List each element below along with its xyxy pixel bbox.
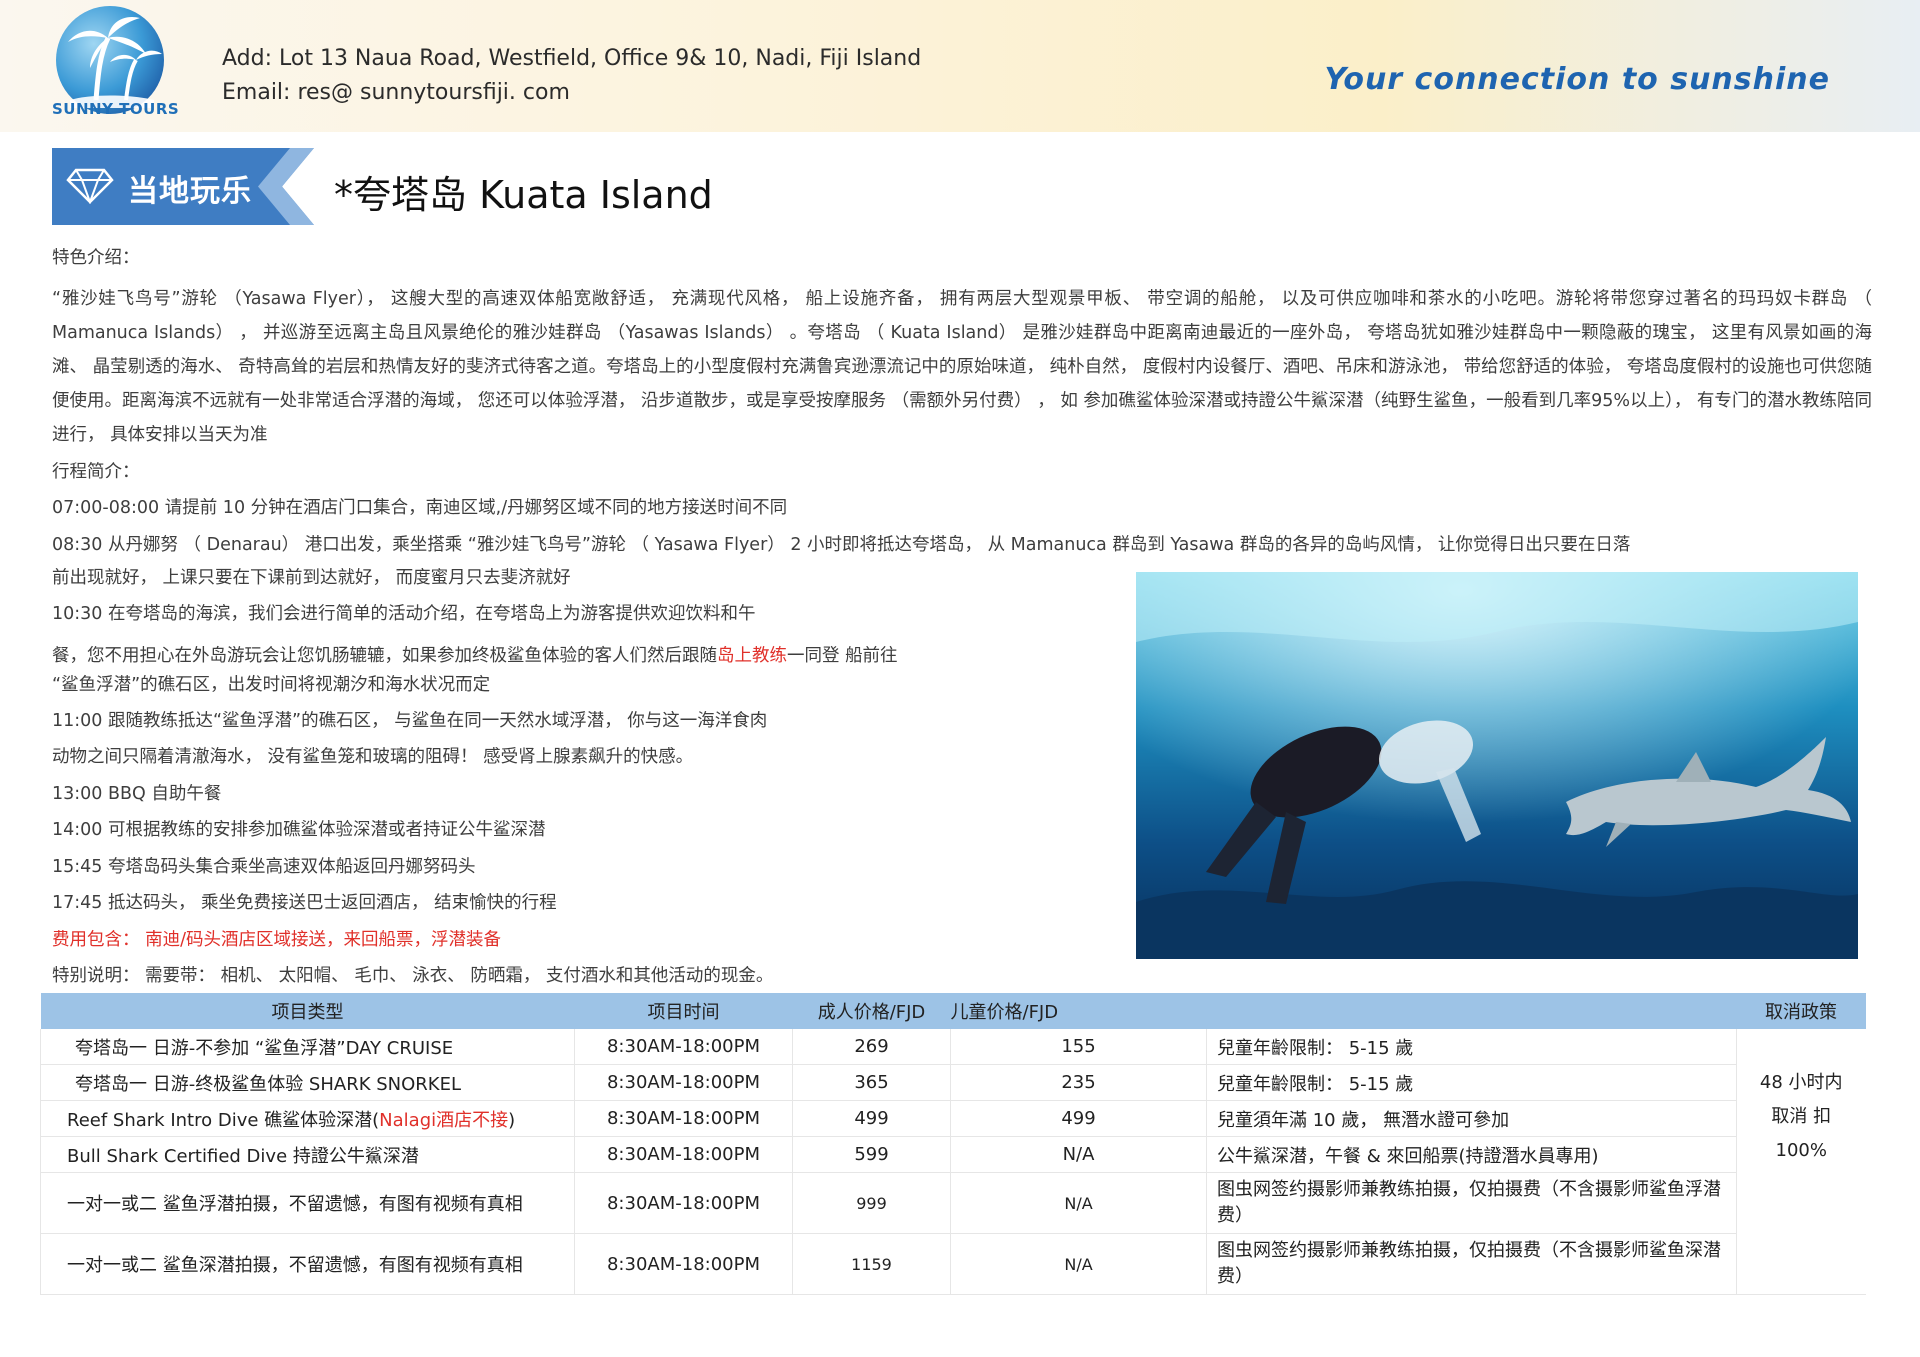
cell-type: Reef Shark Intro Dive 礁鲨体验深潜(Nalagi酒店不接) <box>40 1100 575 1137</box>
cell-note: 图虫网签约摄影师兼教练拍摄，仅拍摄费（不含摄影师鲨鱼深潜费） <box>1206 1233 1737 1295</box>
cell-type: 一对一或二 鲨鱼浮潜拍摄，不留遗憾，有图有视频有真相 <box>40 1172 575 1234</box>
cell-time: 8:30AM-18:00PM <box>574 1136 793 1173</box>
policy-line: 48 小时内 <box>1759 1071 1843 1093</box>
company-address: Add: Lot 13 Naua Road, Westfield, Office… <box>222 46 922 71</box>
cell-note: 兒童年齡限制： 5-15 歲 <box>1206 1064 1737 1101</box>
itinerary-line: “鲨鱼浮潜”的礁石区，出发时间将视潮汐和海水状况而定 <box>52 675 491 695</box>
itinerary-text: 一同登 船前往 <box>787 646 898 666</box>
cell-adult: 499 <box>792 1100 951 1137</box>
included-line: 费用包含： 南迪/码头酒店区域接送，来回船票，浮潜装备 <box>52 926 501 951</box>
col-header-type: 项目类型 <box>40 993 575 1029</box>
col-header-note <box>1206 993 1737 1029</box>
table-row: Bull Shark Certified Dive 持證公牛鯊深潜 8:30AM… <box>40 1136 1866 1173</box>
table-row: Reef Shark Intro Dive 礁鲨体验深潜(Nalagi酒店不接)… <box>40 1100 1866 1137</box>
included-label: 费用包含： <box>52 930 140 950</box>
cell-time: 8:30AM-18:00PM <box>574 1172 793 1234</box>
cell-child: N/A <box>950 1233 1207 1295</box>
cell-time: 8:30AM-18:00PM <box>574 1029 793 1065</box>
itinerary-line: 11:00 跟随教练抵达“鲨鱼浮潜”的礁石区， 与鲨鱼在同一天然水域浮潜， 你与… <box>52 711 768 731</box>
cell-child: N/A <box>950 1136 1207 1173</box>
itinerary-line: 动物之间只隔着清澈海水， 没有鲨鱼笼和玻璃的阻碍！ 感受肾上腺素飙升的快感。 <box>52 747 694 767</box>
diamond-icon <box>66 168 114 204</box>
included-text: 南迪/码头酒店区域接送，来回船票，浮潜装备 <box>139 930 501 950</box>
table-row: 夸塔岛一 日游-终极鲨鱼体验 SHARK SNORKEL 8:30AM-18:0… <box>40 1064 1866 1101</box>
cell-note: 兒童須年滿 10 歲， 無潛水證可參加 <box>1206 1100 1737 1137</box>
cell-child: 235 <box>950 1064 1207 1101</box>
itinerary-line: 15:45 夸塔岛码头集合乘坐高速双体船返回丹娜努码头 <box>52 857 476 877</box>
itinerary-line: 前出现就好， 上课只要在下课前到达就好， 而度蜜月只去斐济就好 <box>52 568 571 588</box>
itinerary-line: 07:00-08:00 请提前 10 分钟在酒店门口集合，南迪区域,/丹娜努区域… <box>52 498 788 518</box>
cell-adult: 269 <box>792 1029 951 1065</box>
itinerary-line: 10:30 在夸塔岛的海滨，我们会进行简单的活动介绍，在夸塔岛上为游客提供欢迎饮… <box>52 604 756 624</box>
highlight-text: 岛上教练 <box>717 646 787 666</box>
cell-type-text: ) <box>508 1109 516 1131</box>
price-table: 项目类型 项目时间 成人价格/FJD 儿童价格/FJD 取消政策 夸塔岛一 日游… <box>40 993 1866 1295</box>
cell-adult: 999 <box>792 1172 951 1234</box>
intro-heading: 特色介绍： <box>52 248 140 268</box>
company-email: Email: res@ sunnytoursfiji. com <box>222 80 570 105</box>
slogan: Your connection to sunshine <box>1324 62 1830 97</box>
itinerary-text: 餐，您不用担心在外岛游玩会让您饥肠辘辘，如果参加终极鲨鱼体验的客人们然后跟随 <box>52 646 717 666</box>
cell-type: 夸塔岛一 日游-终极鲨鱼体验 SHARK SNORKEL <box>40 1064 575 1101</box>
policy-line: 取消 扣 <box>1771 1105 1832 1127</box>
policy-line: 100% <box>1775 1139 1827 1161</box>
page-header: SUNNY TOURS Add: Lot 13 Naua Road, Westf… <box>0 0 1920 132</box>
snorkel-shark-photo <box>1136 572 1858 959</box>
cell-type: Bull Shark Certified Dive 持證公牛鯊深潜 <box>40 1136 575 1173</box>
cell-adult: 1159 <box>792 1233 951 1295</box>
cell-time: 8:30AM-18:00PM <box>574 1064 793 1101</box>
cell-time: 8:30AM-18:00PM <box>574 1233 793 1295</box>
cell-policy: 48 小时内 取消 扣 100% <box>1736 1029 1866 1295</box>
cell-child: 155 <box>950 1029 1207 1065</box>
cell-type: 夸塔岛一 日游-不参加 “鲨鱼浮潜”DAY CRUISE <box>40 1029 575 1065</box>
cell-adult: 365 <box>792 1064 951 1101</box>
table-row: 一对一或二 鲨鱼深潜拍摄，不留遗憾，有图有视频有真相 8:30AM-18:00P… <box>40 1233 1866 1295</box>
col-header-adult: 成人价格/FJD <box>792 993 951 1029</box>
cell-type-text: Reef Shark Intro Dive 礁鲨体验深潜( <box>67 1109 380 1131</box>
itinerary-line: 餐，您不用担心在外岛游玩会让您饥肠辘辘，如果参加终极鲨鱼体验的客人们然后跟随岛上… <box>52 642 898 667</box>
logo-text: SUNNY TOURS <box>52 100 180 118</box>
itinerary-line: 17:45 抵达码头， 乘坐免费接送巴士返回酒店， 结束愉快的行程 <box>52 893 557 913</box>
itinerary-heading: 行程简介： <box>52 462 140 482</box>
itinerary-line: 08:30 从丹娜努 （ Denarau） 港口出发，乘坐搭乘 “雅沙娃飞鸟号”… <box>52 535 1631 555</box>
cell-child: N/A <box>950 1172 1207 1234</box>
cell-note: 兒童年齡限制： 5-15 歲 <box>1206 1029 1737 1065</box>
col-header-child: 儿童价格/FJD <box>950 993 1207 1029</box>
cell-child: 499 <box>950 1100 1207 1137</box>
table-row: 一对一或二 鲨鱼浮潜拍摄，不留遗憾，有图有视频有真相 8:30AM-18:00P… <box>40 1172 1866 1234</box>
table-header-row: 项目类型 项目时间 成人价格/FJD 儿童价格/FJD 取消政策 <box>40 993 1866 1029</box>
col-header-time: 项目时间 <box>574 993 793 1029</box>
itinerary-line: 14:00 可根据教练的安排参加礁鲨体验深潜或者持证公牛鲨深潜 <box>52 820 546 840</box>
cell-note: 公牛鯊深潜，午餐 & 來回船票(持證潛水員專用) <box>1206 1136 1737 1173</box>
intro-paragraph: “雅沙娃飞鸟号”游轮 （Yasawa Flyer）， 这艘大型的高速双体船宽敞舒… <box>52 289 1872 445</box>
itinerary-line: 13:00 BBQ 自助午餐 <box>52 784 222 804</box>
special-notes: 特别说明： 需要带： 相机、 太阳帽、 毛巾、 泳衣、 防晒霜， 支付酒水和其他… <box>52 966 774 986</box>
badge-label: 当地玩乐 <box>128 174 252 209</box>
cell-time: 8:30AM-18:00PM <box>574 1100 793 1137</box>
cell-note: 图虫网签约摄影师兼教练拍摄，仅拍摄费（不含摄影师鲨鱼浮潜费） <box>1206 1172 1737 1234</box>
table-row: 夸塔岛一 日游-不参加 “鲨鱼浮潜”DAY CRUISE 8:30AM-18:0… <box>40 1029 1866 1295</box>
cell-type-highlight: Nalagi酒店不接 <box>379 1109 509 1131</box>
page-title: *夸塔岛 Kuata Island <box>334 173 713 217</box>
cell-adult: 599 <box>792 1136 951 1173</box>
cell-type: 一对一或二 鲨鱼深潜拍摄，不留遗憾，有图有视频有真相 <box>40 1233 575 1295</box>
col-header-policy: 取消政策 <box>1736 993 1866 1029</box>
